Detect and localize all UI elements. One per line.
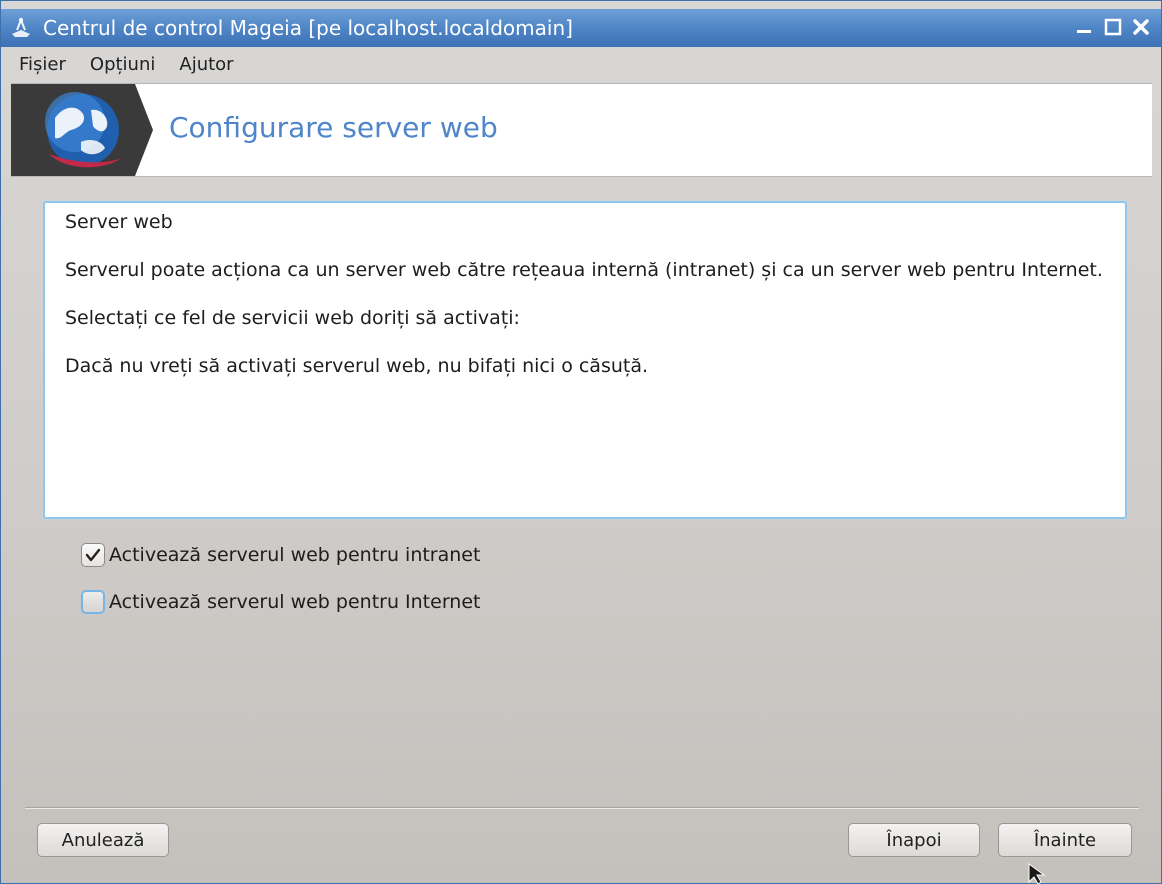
mageia-globe-icon [45,84,163,176]
banner-logo-area [11,84,163,176]
menu-file[interactable]: Fișier [19,54,66,75]
intranet-checkbox[interactable] [81,543,105,567]
window-title: Centrul de control Mageia [pe localhost.… [43,16,573,40]
minimize-button[interactable] [1073,15,1097,39]
back-button[interactable]: Înapoi [848,823,980,857]
maximize-icon [1104,18,1122,36]
cancel-button[interactable]: Anulează [37,823,169,857]
description-note: Dacă nu vreți să activați serverul web, … [65,355,649,377]
close-button[interactable] [1129,15,1153,39]
option-intranet[interactable]: Activează serverul web pentru intranet [81,543,480,567]
next-button[interactable]: Înainte [998,823,1132,857]
intranet-checkbox-label: Activează serverul web pentru intranet [109,544,481,566]
close-icon [1133,19,1149,35]
option-internet[interactable]: Activează serverul web pentru Internet [81,590,480,614]
description-heading: Server web [65,211,173,233]
mageia-cauldron-icon [12,17,30,37]
title-bar[interactable]: Centrul de control Mageia [pe localhost.… [1,9,1161,47]
app-window: Centrul de control Mageia [pe localhost.… [0,0,1162,884]
header-banner: Configurare server web [11,83,1152,177]
banner-title: Configurare server web [169,111,498,144]
minimize-icon [1077,30,1091,33]
window-controls [1073,15,1153,39]
menu-bar: Fișier Opțiuni Ajutor [1,47,1161,81]
maximize-button[interactable] [1101,15,1125,39]
button-separator [25,807,1139,809]
mouse-pointer-icon [1028,863,1046,884]
checkmark-icon [85,548,101,562]
menu-options[interactable]: Opțiuni [90,54,155,75]
description-text-area[interactable]: Server web Serverul poate acționa ca un … [43,201,1127,519]
menu-help[interactable]: Ajutor [179,54,233,75]
description-paragraph: Serverul poate acționa ca un server web … [65,259,1103,281]
internet-checkbox-label: Activează serverul web pentru Internet [109,591,481,613]
description-instruction: Selectați ce fel de servicii web doriți … [65,307,520,329]
internet-checkbox[interactable] [81,590,105,614]
